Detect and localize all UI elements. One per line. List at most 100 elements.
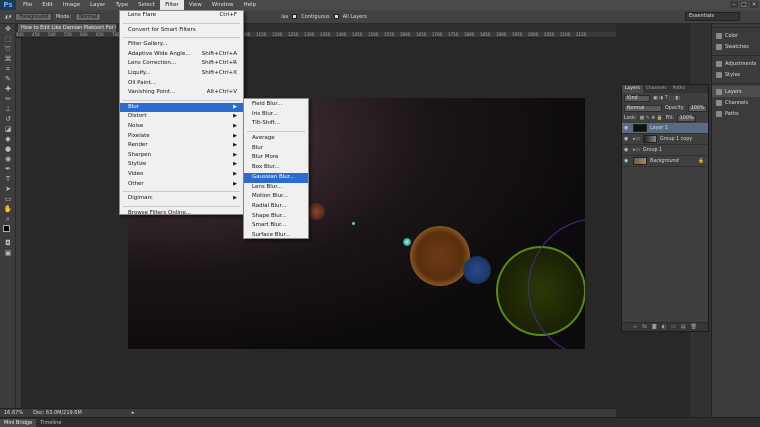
- menu-view[interactable]: View: [184, 0, 207, 10]
- type-tool-icon[interactable]: T: [0, 174, 16, 184]
- filter-icons[interactable]: ▣ ◑ T ⬚ ◧: [653, 96, 680, 101]
- all-layers-checkbox[interactable]: [333, 14, 339, 19]
- menu-edit[interactable]: Edit: [37, 0, 58, 10]
- blend-mode-select[interactable]: Normal: [624, 104, 662, 112]
- maximize-button[interactable]: □: [740, 1, 748, 8]
- zoom-level[interactable]: 16.67%: [4, 410, 23, 416]
- mode-select[interactable]: Normal: [75, 12, 102, 21]
- filter-submenu-distort[interactable]: Distort ▶: [120, 112, 243, 122]
- filter-submenu-pixelate[interactable]: Pixelate ▶: [120, 132, 243, 142]
- path-select-tool-icon[interactable]: ➤: [0, 184, 16, 194]
- filter-item-lens-correction[interactable]: Lens Correction... Shift+Ctrl+R: [120, 59, 243, 69]
- layer-row[interactable]: ◉ ▸▭ Group 1: [622, 145, 708, 156]
- eraser-tool-icon[interactable]: ◪: [0, 124, 16, 134]
- dock-styles[interactable]: Styles: [712, 69, 760, 80]
- tab-channels[interactable]: Channels: [643, 85, 670, 93]
- blur-item-blur-more[interactable]: Blur More: [244, 153, 308, 163]
- minimize-button[interactable]: –: [730, 1, 738, 8]
- blur-item-blur[interactable]: Blur: [244, 144, 308, 154]
- blur-item-radial-blur[interactable]: Radial Blur...: [244, 202, 308, 212]
- filter-submenu-render[interactable]: Render ▶: [120, 141, 243, 151]
- dock-paths[interactable]: Paths: [712, 108, 760, 119]
- filter-submenu-video[interactable]: Video ▶: [120, 170, 243, 180]
- filter-submenu-other[interactable]: Other ▶: [120, 180, 243, 190]
- fill-source-select[interactable]: Foreground: [15, 12, 52, 21]
- clone-stamp-tool-icon[interactable]: ⊥: [0, 104, 16, 114]
- close-button[interactable]: ×: [750, 1, 758, 8]
- zoom-tool-icon[interactable]: ⌕: [0, 214, 16, 224]
- screen-mode-icon[interactable]: ▣: [0, 248, 16, 258]
- dock-layers[interactable]: Layers: [712, 86, 760, 97]
- dodge-tool-icon[interactable]: ◉: [0, 154, 16, 164]
- layers-action-icon[interactable]: fx: [642, 323, 647, 331]
- visibility-eye-icon[interactable]: ◉: [624, 158, 630, 164]
- filter-item-oil-paint[interactable]: Oil Paint...: [120, 79, 243, 89]
- blur-tool-icon[interactable]: ●: [0, 144, 16, 154]
- dock-swatches[interactable]: Swatches: [712, 41, 760, 52]
- blur-item-surface-blur[interactable]: Surface Blur...: [244, 231, 308, 241]
- filter-submenu-sharpen[interactable]: Sharpen ▶: [120, 151, 243, 161]
- blur-item-lens-blur[interactable]: Lens Blur...: [244, 183, 308, 193]
- blur-item-gaussian-blur[interactable]: Gaussian Blur...: [244, 172, 308, 183]
- visibility-eye-icon[interactable]: ◉: [624, 147, 630, 153]
- blur-item-motion-blur[interactable]: Motion Blur...: [244, 192, 308, 202]
- layers-action-icon[interactable]: 🗑: [691, 323, 697, 331]
- filter-submenu-blur[interactable]: Blur ▶: [120, 102, 243, 113]
- layer-row[interactable]: ◉ Background 🔒: [622, 156, 708, 167]
- lasso-tool-icon[interactable]: ➰: [0, 44, 16, 54]
- eyedropper-tool-icon[interactable]: ✎: [0, 74, 16, 84]
- filter-item-browse-filters-online[interactable]: Browse Filters Online...: [120, 209, 243, 219]
- blur-item-smart-blur[interactable]: Smart Blur...: [244, 221, 308, 231]
- tab-paths[interactable]: Paths: [670, 85, 688, 93]
- status-arrow-icon[interactable]: ▸: [132, 410, 135, 416]
- blur-item-average[interactable]: Average: [244, 134, 308, 144]
- marquee-tool-icon[interactable]: ⬚: [0, 34, 16, 44]
- quick-select-tool-icon[interactable]: ⌘: [0, 54, 16, 64]
- filter-submenu-stylize[interactable]: Stylize ▶: [120, 160, 243, 170]
- layer-row[interactable]: ◉ Layer 1: [622, 123, 708, 134]
- blur-item-box-blur[interactable]: Box Blur...: [244, 163, 308, 173]
- quick-mask-icon[interactable]: ◘: [0, 238, 16, 248]
- blur-item-iris-blur[interactable]: Iris Blur...: [244, 110, 308, 120]
- brush-tool-icon[interactable]: ✏: [0, 94, 16, 104]
- filter-item-vanishing-point[interactable]: Vanishing Point... Alt+Ctrl+V: [120, 88, 243, 98]
- hand-tool-icon[interactable]: ✋: [0, 204, 16, 214]
- menu-select[interactable]: Select: [133, 0, 160, 10]
- history-brush-tool-icon[interactable]: ↺: [0, 114, 16, 124]
- blur-item-tilt-shift[interactable]: Tilt-Shift...: [244, 119, 308, 129]
- visibility-eye-icon[interactable]: ◉: [624, 136, 630, 142]
- shape-tool-icon[interactable]: ▭: [0, 194, 16, 204]
- filter-item-filter-gallery[interactable]: Filter Gallery...: [120, 40, 243, 50]
- filter-item-liquify[interactable]: Liquify... Shift+Ctrl+X: [120, 69, 243, 79]
- layer-kind-select[interactable]: Kind: [624, 94, 650, 102]
- color-swatches[interactable]: [0, 224, 15, 238]
- document-tab[interactable]: How to Edit Like Damian Piekoort For Car…: [18, 24, 116, 32]
- menu-file[interactable]: File: [18, 0, 37, 10]
- menu-image[interactable]: Image: [58, 0, 85, 10]
- menu-layer[interactable]: Layer: [85, 0, 110, 10]
- layers-action-icon[interactable]: ▤: [681, 323, 686, 331]
- dock-adjustments[interactable]: Adjustments: [712, 58, 760, 69]
- healing-brush-tool-icon[interactable]: ✚: [0, 84, 16, 94]
- dock-channels[interactable]: Channels: [712, 97, 760, 108]
- fill-input[interactable]: 100%: [676, 114, 697, 122]
- menu-help[interactable]: Help: [238, 0, 261, 10]
- dock-color[interactable]: Color: [712, 30, 760, 41]
- lock-icons[interactable]: ▦ ✎ ✥ 🔒: [640, 116, 663, 121]
- filter-item-lens-flare[interactable]: Lens Flare Ctrl+F: [120, 11, 243, 21]
- tool-preset-icon[interactable]: ◭▾: [5, 14, 11, 20]
- filter-item-adaptive-wide-angle[interactable]: Adaptive Wide Angle... Shift+Ctrl+A: [120, 50, 243, 60]
- move-tool-icon[interactable]: ✥: [0, 24, 16, 34]
- layer-row[interactable]: ◉ ▸▭ Group 1 copy: [622, 134, 708, 145]
- workspace-select[interactable]: Essentials: [685, 12, 740, 21]
- blur-item-shape-blur[interactable]: Shape Blur...: [244, 212, 308, 222]
- layers-action-icon[interactable]: ▭: [671, 323, 676, 331]
- menu-window[interactable]: Window: [207, 0, 239, 10]
- filter-submenu-noise[interactable]: Noise ▶: [120, 122, 243, 132]
- menu-filter[interactable]: Filter: [160, 0, 184, 10]
- foreground-color[interactable]: [3, 225, 10, 232]
- filter-item-convert-for-smart-filters[interactable]: Convert for Smart Filters: [120, 26, 243, 36]
- tab-layers[interactable]: Layers: [622, 85, 643, 93]
- opacity-input[interactable]: 100%: [687, 104, 708, 112]
- crop-tool-icon[interactable]: ⌗: [0, 64, 16, 74]
